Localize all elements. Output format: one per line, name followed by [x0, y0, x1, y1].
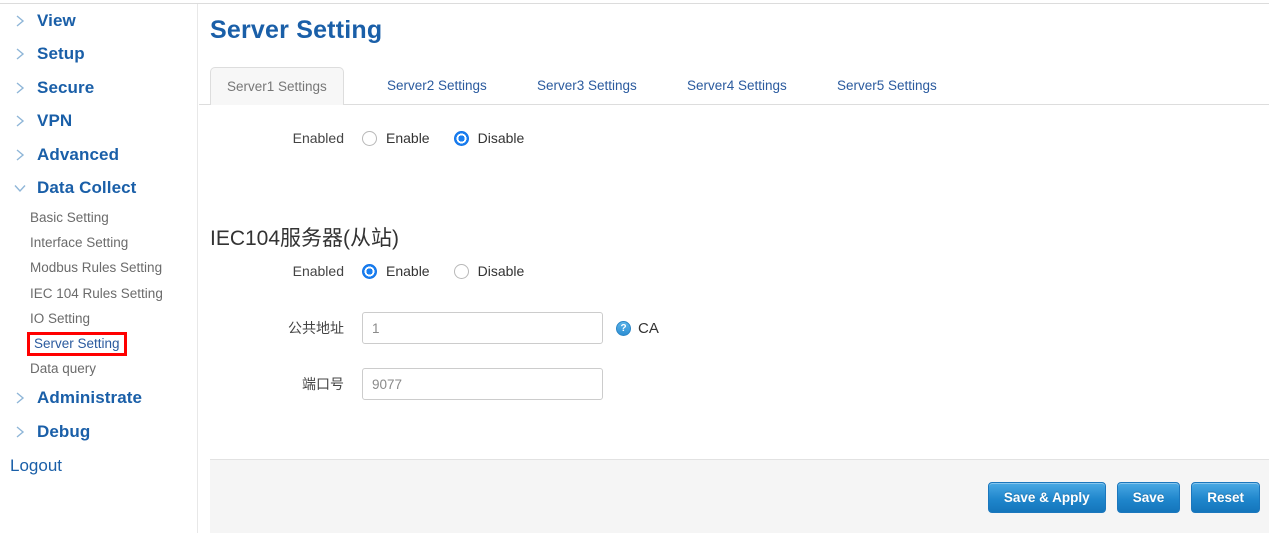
common-address-row: 公共地址 ? CA	[242, 312, 659, 344]
common-address-input[interactable]	[362, 312, 603, 344]
chevron-right-icon	[16, 426, 25, 438]
sidebar-group-label: Data Collect	[37, 178, 137, 198]
sidebar-item-label: Interface Setting	[30, 235, 129, 251]
port-row: 端口号	[242, 368, 603, 400]
sidebar-group-label: Setup	[37, 44, 85, 64]
chevron-down-icon	[14, 185, 26, 193]
iec104-disable-radio-label: Disable	[477, 263, 525, 279]
server-enabled-row: Enabled Enable Disable	[242, 130, 525, 146]
sidebar-item-basic-setting[interactable]: Basic Setting	[0, 205, 197, 230]
chevron-right-icon	[16, 115, 25, 127]
sidebar-group-vpn[interactable]: VPN	[0, 105, 197, 139]
iec104-enable-radio[interactable]	[362, 263, 377, 279]
port-label: 端口号	[302, 376, 344, 392]
save-and-apply-button[interactable]: Save & Apply	[987, 482, 1106, 513]
sidebar-group-advanced[interactable]: Advanced	[0, 138, 197, 172]
sidebar-group-view[interactable]: View	[0, 4, 197, 38]
iec104-enabled-label: Enabled	[292, 263, 344, 279]
tab-server1-settings[interactable]: Server1 Settings	[210, 67, 344, 105]
enable-radio-option[interactable]: Enable	[362, 130, 454, 146]
chevron-right-icon	[16, 149, 25, 161]
sidebar-item-server-setting[interactable]: Server Setting	[0, 331, 197, 356]
chevron-right-icon	[16, 392, 25, 404]
tab-strip: Server1 Settings Server2 Settings Server…	[199, 63, 1269, 105]
sidebar-item-io-setting[interactable]: IO Setting	[0, 306, 197, 331]
sidebar-item-label: Modbus Rules Setting	[30, 260, 163, 276]
enabled-label: Enabled	[292, 130, 344, 146]
chevron-right-icon	[16, 82, 25, 94]
sidebar-item-modbus-rules-setting[interactable]: Modbus Rules Setting	[0, 255, 197, 280]
footer-bar: Save & Apply Save Reset	[210, 459, 1269, 533]
tab-server3-settings[interactable]: Server3 Settings	[521, 67, 653, 104]
help-icon[interactable]: ?	[616, 320, 631, 336]
sidebar-group-label: Secure	[37, 77, 95, 97]
sidebar-group-administrate[interactable]: Administrate	[0, 381, 197, 415]
chevron-right-icon	[16, 15, 25, 27]
sidebar-item-label: IO Setting	[30, 310, 91, 326]
chevron-right-icon	[16, 48, 25, 60]
iec104-disable-radio[interactable]	[453, 263, 469, 279]
sidebar-group-label: Administrate	[37, 388, 143, 408]
disable-radio-label: Disable	[477, 130, 525, 146]
sidebar-group-label: View	[37, 10, 76, 30]
iec104-section-title: IEC104服务器(从站)	[210, 227, 400, 250]
sidebar-item-label: Data query	[30, 361, 97, 377]
sidebar-item-interface-setting[interactable]: Interface Setting	[0, 230, 197, 255]
sidebar-group-debug[interactable]: Debug	[0, 415, 197, 449]
iec104-enable-radio-option[interactable]: Enable	[362, 263, 454, 279]
sidebar-group-setup[interactable]: Setup	[0, 38, 197, 72]
disable-radio-option[interactable]: Disable	[453, 130, 525, 146]
sidebar-item-iec-104-rules-setting[interactable]: IEC 104 Rules Setting	[0, 281, 197, 306]
sidebar-item-data-query[interactable]: Data query	[0, 356, 197, 381]
sidebar-group-label: Advanced	[37, 144, 120, 164]
sidebar-item-label: IEC 104 Rules Setting	[30, 285, 163, 301]
sidebar: View Setup Secure VPN Advanced Data Coll…	[0, 4, 198, 533]
port-input[interactable]	[362, 368, 603, 400]
main-content: Server Setting Server1 Settings Server2 …	[199, 4, 1269, 533]
tab-server4-settings[interactable]: Server4 Settings	[671, 67, 803, 104]
sidebar-item-label: Basic Setting	[30, 210, 109, 226]
sidebar-group-data-collect[interactable]: Data Collect	[0, 172, 197, 206]
tab-server2-settings[interactable]: Server2 Settings	[371, 67, 503, 104]
sidebar-group-secure[interactable]: Secure	[0, 71, 197, 105]
enable-radio-label: Enable	[386, 130, 430, 146]
tab-server5-settings[interactable]: Server5 Settings	[821, 67, 953, 104]
iec104-enable-radio-label: Enable	[386, 263, 430, 279]
disable-radio[interactable]	[453, 130, 469, 146]
sidebar-item-label: Server Setting	[34, 335, 120, 351]
page-title: Server Setting	[210, 16, 383, 44]
footer-button-row: Save & Apply Save Reset	[987, 482, 1260, 513]
logout-link[interactable]: Logout	[10, 456, 62, 476]
common-address-label: 公共地址	[288, 320, 344, 336]
save-button[interactable]: Save	[1116, 482, 1181, 513]
common-address-suffix: CA	[638, 319, 659, 337]
reset-button[interactable]: Reset	[1191, 482, 1260, 513]
sidebar-group-label: Debug	[37, 421, 91, 441]
enable-radio[interactable]	[362, 130, 377, 146]
sidebar-group-label: VPN	[37, 111, 73, 131]
highlight-box: Server Setting	[27, 331, 127, 356]
iec104-enabled-row: Enabled Enable Disable	[242, 263, 525, 279]
iec104-disable-radio-option[interactable]: Disable	[453, 263, 525, 279]
